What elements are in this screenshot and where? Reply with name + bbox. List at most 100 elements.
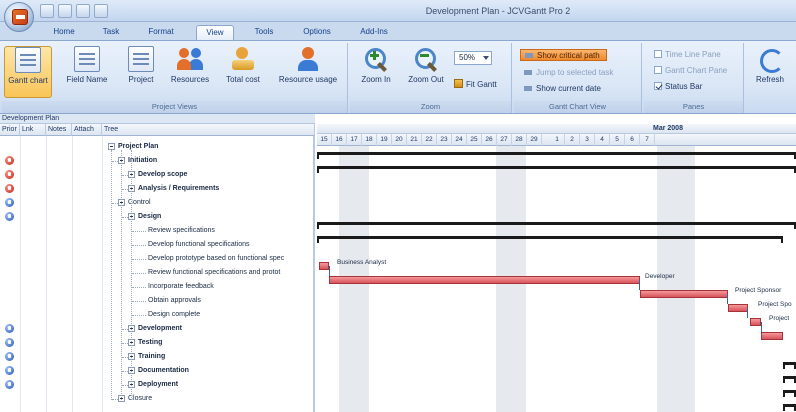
task-row[interactable]: Analysis / Requirements (0, 182, 315, 196)
column-header-prior[interactable]: Prior (0, 124, 20, 136)
dependency-line (727, 294, 728, 304)
task-row[interactable]: Deployment (0, 378, 315, 392)
task-row[interactable]: Develop scope (0, 168, 315, 182)
application-menu-button[interactable] (4, 2, 34, 32)
day-label: 25 (467, 134, 482, 146)
day-label: 28 (512, 134, 527, 146)
refresh-icon (757, 46, 784, 73)
task-row[interactable]: Initiation (0, 154, 315, 168)
column-header-attach[interactable]: Attach (72, 124, 102, 136)
gantt-chart-pane-checkbox[interactable]: Gantt Chart Pane (654, 65, 727, 77)
task-row[interactable]: Develop functional specifications (0, 238, 315, 252)
tab-add-ins[interactable]: Add-Ins (354, 25, 394, 40)
chevron-down-icon (483, 56, 489, 60)
info-status-icon (5, 338, 14, 347)
task-row[interactable]: Control (0, 196, 315, 210)
task-row[interactable]: Develop prototype based on functional sp… (0, 252, 315, 266)
total-cost-button[interactable]: Total cost (218, 46, 268, 98)
summary-bar-project-plan[interactable] (317, 152, 796, 159)
field-name-button[interactable]: Field Name (58, 46, 116, 98)
column-header-link[interactable]: Lnk (20, 124, 46, 136)
task-bar-develop-functional-specs[interactable] (319, 262, 329, 270)
task-row[interactable]: Training (0, 350, 315, 364)
task-bar-design-complete[interactable] (761, 332, 783, 340)
bar-label-developer: Developer (645, 273, 675, 280)
day-label: 29 (527, 134, 542, 146)
task-row[interactable]: Documentation (0, 364, 315, 378)
zoom-out-button[interactable]: Zoom Out (402, 46, 450, 98)
day-label: 23 (437, 134, 452, 146)
task-row[interactable]: Development (0, 322, 315, 336)
zoom-in-icon (363, 46, 389, 72)
grid-header: Prior Lnk Notes Attach Tree (0, 124, 315, 136)
project-button[interactable]: Project (120, 46, 162, 98)
tab-view[interactable]: View (196, 25, 234, 40)
panes-group: Time Line Pane Gantt Chart Pane Status B… (644, 43, 744, 113)
day-label: 1 (550, 134, 565, 146)
task-row[interactable]: Review specifications (0, 224, 315, 238)
task-bar-incorporate-feedback[interactable] (728, 304, 748, 312)
jump-to-selected-task-button[interactable]: Jump to selected task (520, 67, 613, 79)
alert-status-icon (5, 170, 14, 179)
critical-path-icon (525, 53, 533, 58)
ribbon-tab-bar: Home Task Format View Tools Options Add-… (0, 22, 796, 40)
day-label: 7 (640, 134, 655, 146)
show-critical-path-button[interactable]: Show critical path (520, 49, 607, 61)
jump-arrow-icon (524, 70, 532, 75)
resources-button[interactable]: Resources (164, 46, 216, 98)
task-name: Develop prototype based on functional sp… (148, 255, 285, 262)
task-grid: Project Plan Initiation Develop scope Analy… (0, 136, 315, 412)
day-label: 17 (347, 134, 362, 146)
zoom-level-select[interactable]: 50% (454, 51, 492, 65)
zoom-in-button[interactable]: Zoom In (354, 46, 398, 98)
title-bar: Development Plan - JCVGantt Pro 2 (0, 0, 796, 22)
task-name: Review specifications (148, 227, 215, 234)
info-status-icon (5, 366, 14, 375)
bar-label-project-3: Project (769, 315, 790, 322)
gantt-chart: Mar 2008 15 16 17 18 19 20 21 22 23 24 25 26 27 28 29 1… (317, 124, 796, 412)
task-name: Review functional specifications and pro… (148, 269, 281, 276)
task-row[interactable]: Project Plan (0, 140, 315, 154)
task-row[interactable]: Review functional specifications and pro… (0, 266, 315, 280)
resource-usage-button[interactable]: Resource usage (270, 46, 346, 98)
task-row[interactable]: Obtain approvals (0, 294, 315, 308)
day-label: 5 (610, 134, 625, 146)
tab-task[interactable]: Task (96, 25, 126, 40)
fit-gantt-button[interactable]: Fit Gantt (454, 79, 497, 89)
status-bar-checkbox[interactable]: Status Bar (654, 81, 702, 93)
tab-home[interactable]: Home (48, 25, 80, 40)
time-line-pane-checkbox[interactable]: Time Line Pane (654, 49, 721, 61)
gantt-chart-button[interactable]: Gantt chart (4, 46, 52, 98)
task-name: Documentation (138, 367, 189, 374)
document-tab[interactable]: Development Plan (0, 114, 315, 124)
column-header-tree[interactable]: Tree (102, 124, 315, 136)
tab-tools[interactable]: Tools (248, 25, 280, 40)
column-header-notes[interactable]: Notes (46, 124, 72, 136)
checkmark-icon (654, 82, 662, 90)
task-name: Deployment (138, 381, 179, 388)
task-row[interactable]: Design complete (0, 308, 315, 322)
task-row[interactable]: Incorporate feedback (0, 280, 315, 294)
summary-bar-design[interactable] (317, 236, 783, 243)
task-bar-review-functional-specs[interactable] (640, 290, 728, 298)
task-bar-develop-prototype[interactable] (329, 276, 640, 284)
summary-bar-control[interactable] (317, 222, 796, 229)
task-name: Development (138, 325, 182, 332)
show-current-date-button[interactable]: Show current date (520, 83, 601, 95)
workspace: Development Plan Prior Lnk Notes Attach … (0, 114, 796, 412)
refresh-button[interactable]: Refresh (748, 46, 792, 98)
summary-bar-documentation[interactable] (783, 404, 796, 411)
tab-format[interactable]: Format (142, 25, 180, 40)
task-row[interactable]: Design (0, 210, 315, 224)
summary-bar-testing[interactable] (783, 376, 796, 383)
summary-bar-development[interactable] (783, 362, 796, 369)
task-bar-obtain-approvals[interactable] (750, 318, 761, 326)
summary-bar-training[interactable] (783, 390, 796, 397)
project-icon (128, 46, 154, 72)
task-row[interactable]: Closure (0, 392, 315, 406)
task-name: Develop scope (138, 171, 188, 178)
collapse-icon[interactable] (108, 143, 115, 150)
tab-options[interactable]: Options (296, 25, 338, 40)
task-row[interactable]: Testing (0, 336, 315, 350)
summary-bar-initiation[interactable] (317, 166, 796, 173)
